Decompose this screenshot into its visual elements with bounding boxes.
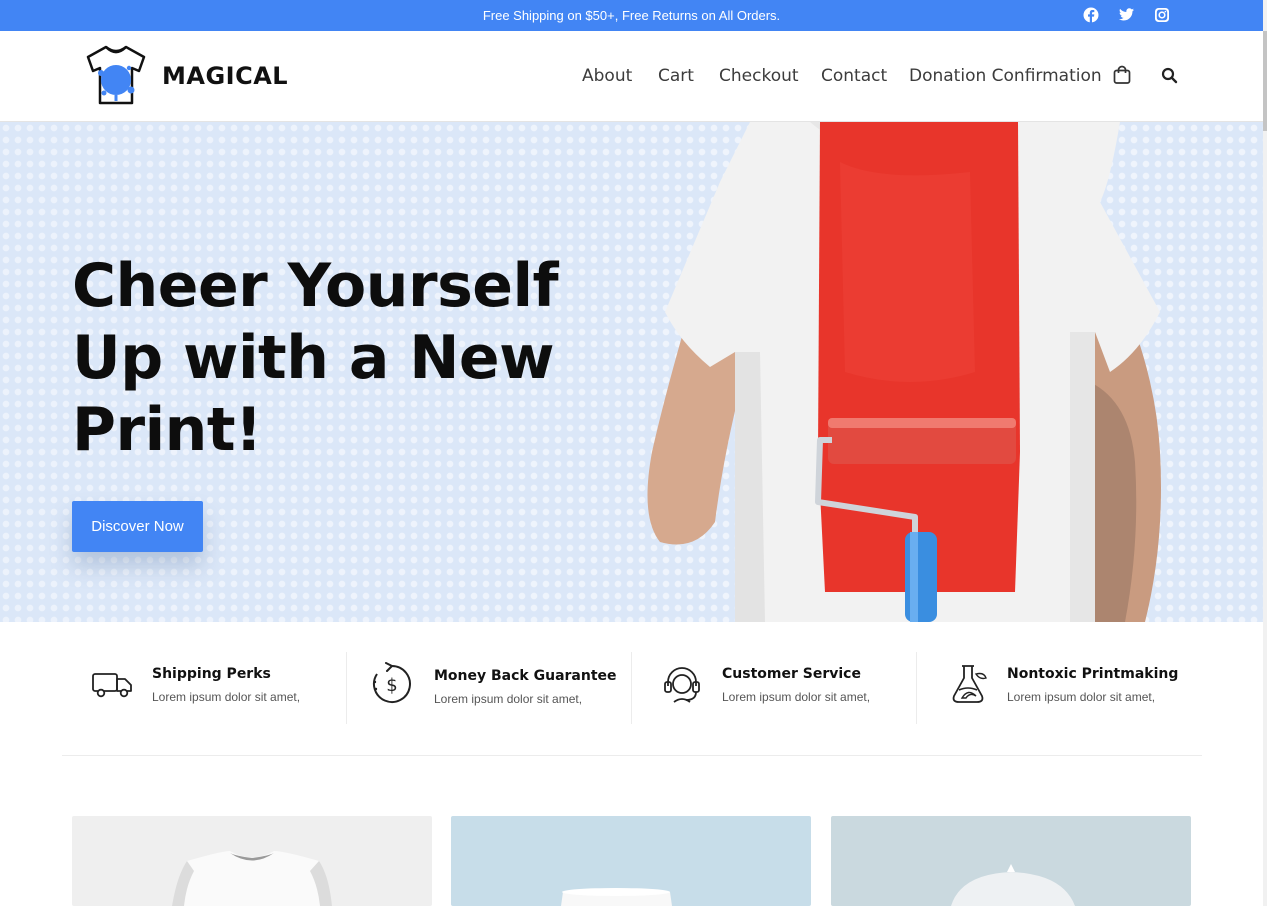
feature-title: Shipping Perks bbox=[152, 666, 271, 682]
cart-icon[interactable] bbox=[1112, 65, 1132, 85]
truck-icon bbox=[90, 662, 134, 706]
discover-now-button[interactable]: Discover Now bbox=[72, 501, 203, 552]
flask-icon bbox=[946, 662, 990, 706]
facebook-icon[interactable] bbox=[1083, 7, 1099, 24]
feature-item: $ Money Back Guarantee Lorem ipsum dolor… bbox=[370, 650, 640, 726]
feature-description: Lorem ipsum dolor sit amet, bbox=[434, 692, 583, 706]
feature-divider bbox=[346, 652, 347, 724]
feature-item: Shipping Perks Lorem ipsum dolor sit ame… bbox=[90, 650, 350, 726]
hero-model-image bbox=[647, 122, 1161, 622]
money-back-icon: $ bbox=[370, 662, 414, 706]
feature-description: Lorem ipsum dolor sit amet, bbox=[152, 690, 301, 704]
nav-checkout[interactable]: Checkout bbox=[719, 65, 799, 87]
announcement-text: Free Shipping on $50+, Free Returns on A… bbox=[482, 8, 781, 23]
svg-text:$: $ bbox=[386, 675, 397, 696]
logo-text[interactable]: MAGICAL bbox=[162, 61, 288, 91]
site-header: MAGICAL About Cart Checkout Contact Dona… bbox=[0, 31, 1263, 122]
mug-product-image bbox=[561, 888, 672, 906]
product-card[interactable] bbox=[451, 816, 811, 906]
tshirt-product-image bbox=[172, 851, 332, 906]
nav-donation-confirmation[interactable]: Donation Confirmation bbox=[909, 65, 1102, 87]
nav-about[interactable]: About bbox=[582, 65, 632, 87]
tshirt-logo-icon[interactable] bbox=[84, 43, 148, 107]
feature-description: Lorem ipsum dolor sit amet, bbox=[722, 690, 871, 704]
product-card[interactable] bbox=[831, 816, 1191, 906]
feature-title: Nontoxic Printmaking bbox=[1007, 666, 1179, 682]
scrollbar-thumb[interactable] bbox=[1263, 31, 1267, 131]
nav-contact[interactable]: Contact bbox=[821, 65, 887, 87]
feature-divider bbox=[916, 652, 917, 724]
twitter-icon[interactable] bbox=[1119, 8, 1134, 25]
features-strip: Shipping Perks Lorem ipsum dolor sit ame… bbox=[62, 622, 1202, 756]
feature-description: Lorem ipsum dolor sit amet, bbox=[1007, 690, 1156, 704]
hero-banner: Cheer Yourself Up with a New Print! Disc… bbox=[0, 122, 1263, 622]
nav-cart[interactable]: Cart bbox=[658, 65, 694, 87]
product-card[interactable] bbox=[72, 816, 432, 906]
hero-title: Cheer Yourself Up with a New Print! bbox=[72, 251, 559, 465]
feature-divider bbox=[631, 652, 632, 724]
feature-title: Customer Service bbox=[722, 666, 861, 682]
feature-item: Customer Service Lorem ipsum dolor sit a… bbox=[660, 650, 920, 726]
feature-title: Money Back Guarantee bbox=[434, 668, 617, 684]
search-icon[interactable] bbox=[1161, 67, 1178, 84]
instagram-icon[interactable] bbox=[1154, 7, 1170, 24]
announcement-bar: Free Shipping on $50+, Free Returns on A… bbox=[0, 0, 1263, 31]
feature-item: Nontoxic Printmaking Lorem ipsum dolor s… bbox=[946, 650, 1202, 726]
headset-icon bbox=[660, 662, 704, 706]
cap-product-image bbox=[951, 864, 1075, 906]
page-scrollbar[interactable] bbox=[1263, 0, 1267, 906]
